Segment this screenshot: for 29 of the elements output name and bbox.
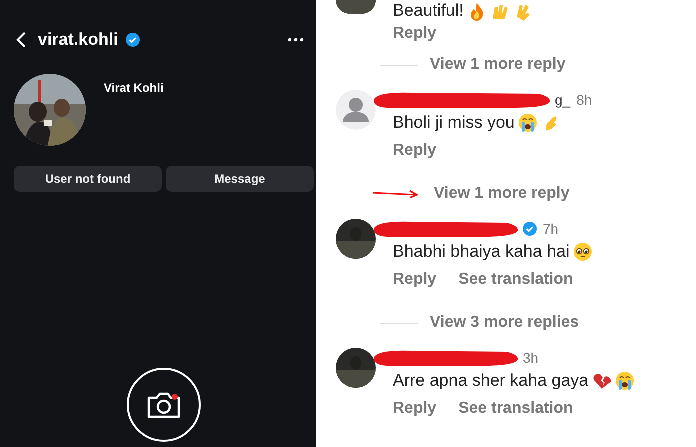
reply-link[interactable]: Reply bbox=[393, 400, 437, 418]
comment-text: Arre apna sher kaha gaya bbox=[393, 371, 589, 391]
more-icon[interactable] bbox=[288, 38, 304, 42]
comment-text: Beautiful! bbox=[393, 0, 464, 21]
camera-icon bbox=[146, 390, 182, 420]
reply-link[interactable]: See translation bbox=[458, 400, 574, 418]
reply-link[interactable]: Reply bbox=[393, 25, 437, 44]
view-replies-link[interactable]: View 3 more replies bbox=[430, 314, 580, 332]
username: virat.kohli bbox=[38, 30, 118, 50]
reply-link[interactable]: Reply bbox=[393, 142, 437, 160]
comment-text: Bholi ji miss you bbox=[393, 113, 515, 133]
username[interactable]: g_ bbox=[555, 92, 571, 108]
broken-heart-icon bbox=[592, 371, 612, 391]
crying-face-icon bbox=[518, 113, 538, 133]
view-replies-link[interactable]: View 1 more reply bbox=[434, 185, 570, 203]
avatar-icon bbox=[336, 90, 376, 130]
profile-button[interactable]: User not found bbox=[14, 166, 162, 192]
profile-button[interactable]: Message bbox=[166, 166, 314, 192]
pleading-face-icon bbox=[572, 242, 593, 262]
camera-button[interactable] bbox=[127, 368, 201, 442]
time-label: 8h bbox=[576, 92, 592, 108]
comment-text: Bhabhi bhaiya kaha hai bbox=[393, 242, 570, 262]
display-name: Virat Kohli bbox=[104, 81, 164, 97]
reply-link[interactable]: See translation bbox=[458, 271, 574, 289]
view-replies-link[interactable]: View 1 more reply bbox=[430, 56, 566, 74]
time-label: 3h bbox=[523, 350, 539, 366]
crying-face-icon bbox=[614, 371, 635, 391]
time-label: 7h bbox=[543, 221, 559, 237]
reply-link[interactable]: Reply bbox=[393, 271, 437, 289]
